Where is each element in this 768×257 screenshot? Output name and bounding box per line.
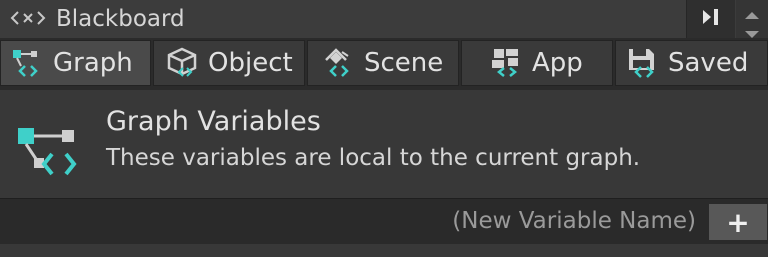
tab-object-label: Object <box>208 48 293 78</box>
panel-toggle-button[interactable] <box>686 0 735 38</box>
tab-app-label: App <box>532 48 583 78</box>
scope-description: These variables are local to the current… <box>106 145 641 171</box>
chevron-up-icon[interactable] <box>744 5 760 24</box>
tab-graph[interactable]: Graph <box>0 40 151 86</box>
tab-saved[interactable]: Saved <box>615 40 768 86</box>
code-brackets-icon <box>10 6 50 30</box>
floppy-disk-icon <box>626 46 660 80</box>
app-blocks-icon <box>490 46 524 80</box>
window-title: Blackboard <box>56 6 185 32</box>
scope-tabs: Graph Object Scene App Saved <box>0 38 768 90</box>
scene-icon <box>322 46 356 80</box>
graph-node-icon <box>16 108 88 178</box>
scrollbar-arrows[interactable] <box>736 0 768 38</box>
tab-saved-label: Saved <box>668 48 749 78</box>
tab-object[interactable]: Object <box>153 40 305 86</box>
scope-info-panel: Graph Variables These variables are loca… <box>0 90 768 198</box>
variables-list-area <box>0 244 768 257</box>
new-variable-row: + <box>0 198 768 245</box>
tab-scene-label: Scene <box>364 48 444 78</box>
tab-app[interactable]: App <box>461 40 613 86</box>
add-variable-button[interactable]: + <box>708 203 768 241</box>
cube-icon <box>166 46 200 80</box>
graph-node-icon <box>11 46 45 80</box>
scope-title: Graph Variables <box>106 106 321 137</box>
tab-graph-label: Graph <box>53 48 133 78</box>
panel-toggle-icon <box>700 7 722 31</box>
tab-scene[interactable]: Scene <box>307 40 459 86</box>
new-variable-name-input[interactable] <box>0 201 704 241</box>
blackboard-titlebar: Blackboard <box>0 0 768 38</box>
